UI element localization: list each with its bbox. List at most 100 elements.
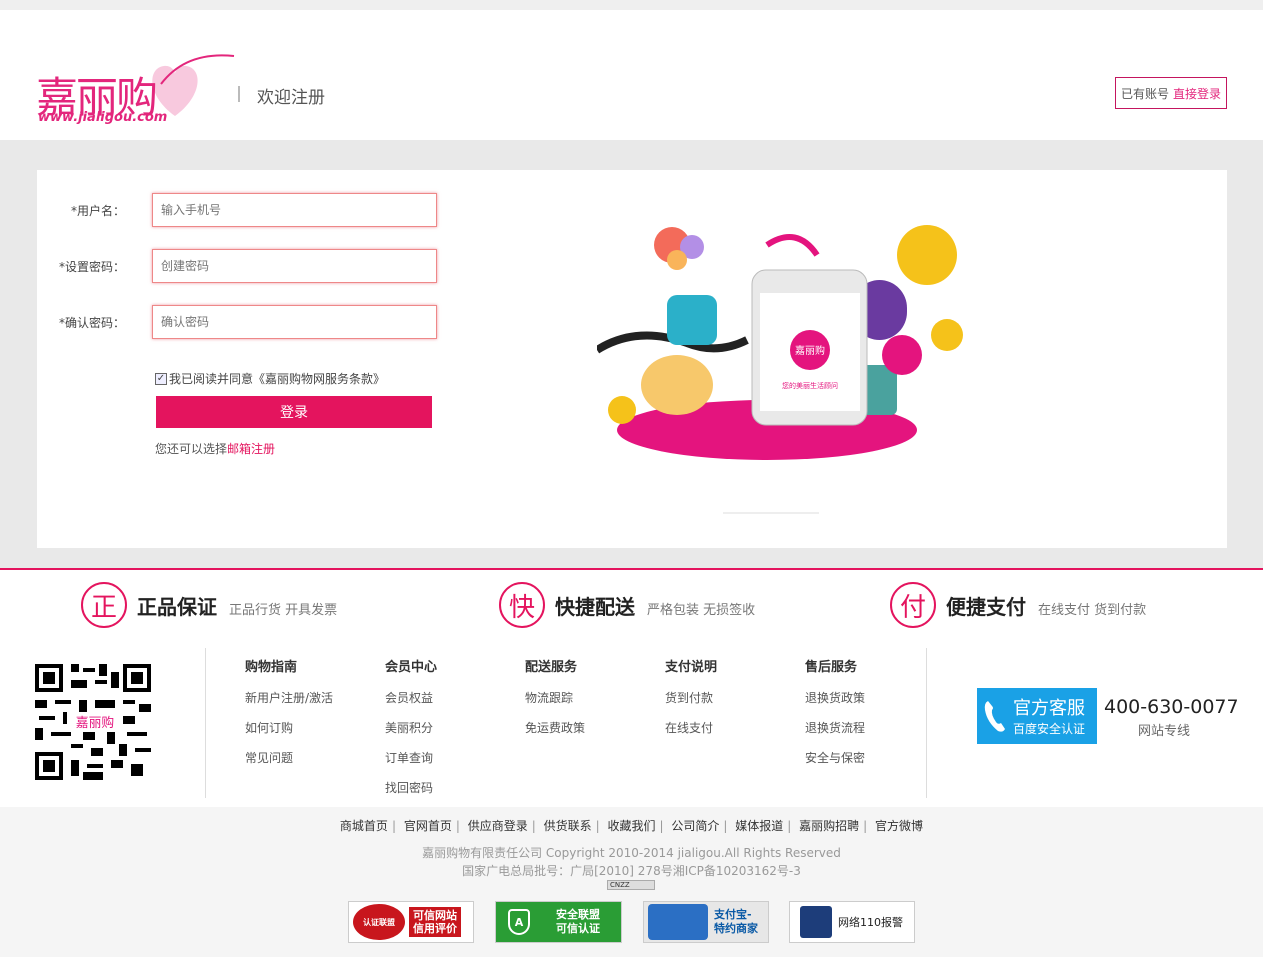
copyright: 嘉丽购物有限责任公司 Copyright 2010-2014 jialigou.…: [422, 846, 841, 860]
have-account-label: 已有账号: [1120, 86, 1169, 101]
police-110-badge[interactable]: 网络110报警: [789, 901, 915, 943]
column-member-center: 会员中心 会员权益 美丽积分 订单查询 找回密码: [385, 656, 437, 809]
alipay-text: 支付宝- 特约商家: [714, 908, 758, 936]
column-after-sales: 售后服务 退换货政策 退换货流程 安全与保密: [805, 656, 865, 779]
footer-nav-link[interactable]: 嘉丽购招聘: [799, 819, 859, 833]
confirm-password-label: *确认密码：: [58, 315, 125, 330]
cert-seal: 认证联盟: [353, 904, 405, 940]
security-alliance-badge[interactable]: A 安全联盟 可信认证: [495, 901, 622, 943]
alipay-merchant-badge[interactable]: 支付宝- 特约商家: [643, 901, 769, 943]
police-icon: [800, 906, 832, 938]
screen-tagline: 您的美丽生活顾问: [782, 381, 838, 390]
terms-checkbox[interactable]: ✓: [155, 372, 167, 385]
footer-link[interactable]: 订单查询: [385, 749, 437, 779]
column-title: 配送服务: [525, 660, 578, 675]
authentic-icon: 正: [81, 582, 127, 628]
service-phone-label: 网站专线: [1138, 724, 1191, 739]
username-label: *用户名：: [70, 203, 125, 218]
delivery-icon: 快: [499, 582, 545, 628]
carousel-indicator[interactable]: [723, 512, 819, 514]
footer-bottom: 商城首页 | 官网首页 | 供应商登录 | 供货联系 | 收藏我们 | 公司简介 | 媒体报…: [0, 807, 1263, 957]
cnzz-badge[interactable]: CNZZ: [607, 880, 655, 890]
submit-button[interactable]: 登录: [156, 396, 432, 428]
direct-login-box[interactable]: 已有账号 直接登录: [1115, 77, 1227, 109]
column-payment: 支付说明 货到付款 在线支付: [665, 656, 717, 749]
footer-nav-link[interactable]: 收藏我们: [607, 819, 655, 833]
footer-link[interactable]: 会员权益: [385, 689, 437, 719]
badge-line: 安全联盟: [556, 908, 600, 921]
column-title: 购物指南: [245, 660, 298, 675]
customer-service-button[interactable]: 官方客服 百度安全认证: [977, 688, 1097, 744]
footer-link[interactable]: 找回密码: [385, 779, 437, 809]
footer-link[interactable]: 退换货政策: [805, 689, 865, 719]
badge-line: 可信认证: [556, 922, 600, 935]
footer-link[interactable]: 货到付款: [665, 689, 717, 719]
email-register-link[interactable]: 邮箱注册: [227, 442, 275, 456]
top-strip: [0, 0, 1263, 10]
qr-code-icon: 嘉丽购: [35, 664, 151, 780]
guarantee-delivery: 快 快捷配送 严格包装 无损签收: [499, 582, 755, 628]
badge-line: 可信网站: [413, 909, 457, 922]
guarantee-authentic: 正 正品保证 正品行货 开具发票: [81, 582, 337, 628]
trusted-site-badge[interactable]: 认证联盟 可信网站 信用评价: [348, 901, 474, 943]
guarantee-payment: 付 便捷支付 在线支付 货到付款: [890, 582, 1146, 628]
footer-divider: [926, 648, 927, 798]
footer-nav-link[interactable]: 供应商登录: [468, 819, 528, 833]
column-shopping-guide: 购物指南 新用户注册/激活 如何订购 常见问题: [245, 656, 333, 779]
puzzle-icon: [648, 904, 708, 940]
icp-license: 国家广电总局批号：广局[2010] 278号湘ICP备10203162号-3: [462, 864, 801, 878]
column-title: 会员中心: [385, 660, 438, 675]
footer-link[interactable]: 常见问题: [245, 749, 333, 779]
footer-link[interactable]: 退换货流程: [805, 719, 865, 749]
badge-line: 特约商家: [714, 922, 758, 935]
footer-link[interactable]: 安全与保密: [805, 749, 865, 779]
alternate-prefix: 您还可以选择: [155, 442, 228, 456]
footer-link[interactable]: 新用户注册/激活: [245, 689, 333, 719]
badge-line: 信用评价: [413, 922, 457, 935]
guarantee-title: 便捷支付: [946, 594, 1026, 619]
footer-link[interactable]: 在线支付: [665, 719, 717, 749]
site-logo[interactable]: 嘉丽购 www.jialigou.com: [36, 46, 236, 132]
confirm-password-input[interactable]: [152, 305, 437, 339]
column-title: 支付说明: [665, 660, 718, 675]
phone-icon: [984, 701, 1005, 732]
column-title: 售后服务: [805, 660, 858, 675]
username-input[interactable]: [152, 193, 437, 227]
terms-text[interactable]: 我已阅读并同意《嘉丽购物网服务条款》: [169, 370, 385, 387]
page-title: 欢迎注册: [257, 88, 325, 108]
footer-nav-link[interactable]: 公司简介: [671, 819, 719, 833]
screen-logo: 嘉丽购: [795, 344, 825, 357]
footer-nav-link[interactable]: 商城首页: [340, 819, 388, 833]
footer-nav-link[interactable]: 官网首页: [404, 819, 452, 833]
service-title: 官方客服: [1013, 698, 1085, 719]
column-delivery: 配送服务 物流跟踪 免运费政策: [525, 656, 585, 749]
qr-logo-text: 嘉丽购: [76, 715, 114, 731]
header: 嘉丽购 www.jialigou.com 欢迎注册 已有账号 直接登录: [0, 10, 1263, 140]
payment-icon: 付: [890, 582, 936, 628]
badge-line: 网络110报警: [838, 916, 903, 929]
footer-link[interactable]: 物流跟踪: [525, 689, 585, 719]
password-input[interactable]: [152, 249, 437, 283]
username-row: *用户名：: [37, 192, 437, 228]
guarantee-title: 正品保证: [137, 594, 217, 619]
service-subtitle: 百度安全认证: [1013, 722, 1086, 736]
footer-nav-link[interactable]: 媒体报道: [735, 819, 783, 833]
footer-link[interactable]: 免运费政策: [525, 719, 585, 749]
logo-url: www.jialigou.com: [38, 110, 168, 125]
terms-agreement: ✓ 我已阅读并同意《嘉丽购物网服务条款》: [155, 370, 385, 387]
footer-divider: [205, 648, 206, 798]
guarantee-title: 快捷配送: [555, 594, 635, 619]
badge-line: 支付宝-: [714, 908, 752, 921]
register-card: *用户名： *设置密码： *确认密码： ✓ 我已阅读并同意《嘉丽购物网服务条款》…: [37, 170, 1227, 548]
trusted-site-text: 可信网站 信用评价: [409, 907, 461, 937]
footer-nav-link[interactable]: 供货联系: [544, 819, 592, 833]
confirm-password-row: *确认密码：: [37, 304, 437, 340]
guarantee-subtitle: 严格包装 无损签收: [647, 602, 756, 618]
footer-nav-link[interactable]: 官方微博: [875, 819, 923, 833]
direct-login-link[interactable]: 直接登录: [1173, 85, 1221, 102]
password-row: *设置密码：: [37, 248, 437, 284]
footer-link[interactable]: 美丽积分: [385, 719, 437, 749]
footer-link[interactable]: 如何订购: [245, 719, 333, 749]
security-alliance-text: 安全联盟 可信认证: [556, 908, 600, 936]
promo-illustration: 嘉丽购 您的美丽生活顾问: [597, 225, 963, 460]
